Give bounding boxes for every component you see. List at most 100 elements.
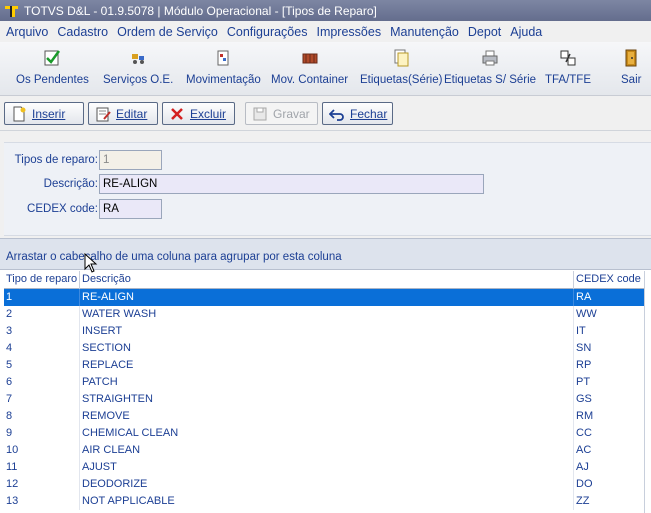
table-row[interactable]: 13 NOT APPLICABLE ZZ — [4, 493, 645, 510]
cell-tipo: 5 — [4, 357, 80, 374]
table-row[interactable]: 2 WATER WASH WW — [4, 306, 645, 323]
record-form: Tipos de reparo: 1 Descrição: RE-ALIGN C… — [4, 142, 651, 236]
inserir-label: Inserir — [32, 106, 66, 121]
tfa-tfe-button[interactable]: TFA/TFE — [545, 48, 591, 92]
table-row[interactable]: 4 SECTION SN — [4, 340, 645, 357]
menu-cadastro[interactable]: Cadastro — [57, 25, 108, 39]
menu-arquivo[interactable]: Arquivo — [6, 25, 48, 39]
cell-tipo: 12 — [4, 476, 80, 493]
cell-tipo: 2 — [4, 306, 80, 323]
cedex-code-label: CEDEX code: — [27, 203, 98, 215]
tipo-reparo-field[interactable]: 1 — [99, 150, 162, 170]
cedex-code-field[interactable]: RA — [99, 199, 162, 219]
cell-cedex: RA — [576, 291, 592, 303]
services-icon — [128, 48, 148, 68]
sair-button[interactable]: Sair — [621, 48, 641, 92]
group-by-hint: Arrastar o cabeçalho de uma coluna para … — [6, 251, 342, 263]
table-row[interactable]: 7 STRAIGHTEN GS — [4, 391, 645, 408]
servicos-oe-button[interactable]: Serviços O.E. — [103, 48, 173, 92]
table-row[interactable]: 10 AIR CLEAN AC — [4, 442, 645, 459]
cell-descricao: REPLACE — [80, 357, 574, 374]
grid-body: 1 RE-ALIGN RA 2 WATER WASH WW 3 INSERT IT 4 SECTIO… — [4, 289, 645, 513]
etiquetas-s-serie-button[interactable]: Etiquetas S/ Série — [444, 48, 536, 92]
menu-depot[interactable]: Depot — [468, 25, 501, 39]
descricao-field[interactable]: RE-ALIGN — [99, 174, 484, 194]
table-row[interactable]: 8 REMOVE RM — [4, 408, 645, 425]
delete-x-icon — [169, 106, 185, 122]
cell-cedex: CC — [576, 427, 592, 439]
cell-cedex: SN — [576, 342, 592, 354]
table-row[interactable]: 6 PATCH PT — [4, 374, 645, 391]
table-row[interactable]: 5 REPLACE RP — [4, 357, 645, 374]
table-row[interactable]: 3 INSERT IT — [4, 323, 645, 340]
os-pendentes-button[interactable]: Os Pendentes — [16, 48, 89, 92]
menu-impressoes[interactable]: Impressões — [316, 25, 381, 39]
cell-cedex: WW — [576, 308, 597, 320]
etiquetas-serie-button[interactable]: Etiquetas(Série) — [360, 48, 442, 92]
tipo-reparo-label: Tipos de reparo: — [14, 154, 98, 166]
new-document-icon — [11, 106, 27, 122]
cell-cedex: RM — [576, 410, 594, 422]
cell-cedex: PT — [576, 376, 591, 388]
table-row[interactable]: 11 AJUST AJ — [4, 459, 645, 476]
column-header-cedex[interactable]: CEDEX code — [574, 271, 645, 289]
save-disk-icon — [252, 106, 268, 122]
column-header-descricao[interactable]: Descrição — [80, 271, 574, 289]
column-header-tipo[interactable]: Tipo de reparo — [4, 271, 80, 289]
container-icon — [300, 48, 320, 68]
editar-button[interactable]: Editar — [88, 102, 158, 125]
menu-configuracoes[interactable]: Configurações — [227, 25, 308, 39]
app-logo-icon — [4, 3, 20, 19]
undo-arrow-icon — [329, 106, 345, 122]
cell-descricao: PATCH — [80, 374, 574, 391]
fechar-button[interactable]: Fechar — [322, 102, 393, 125]
cell-tipo: 11 — [4, 459, 80, 476]
inserir-button[interactable]: Inserir — [4, 102, 84, 125]
cell-descricao: AJUST — [80, 459, 574, 476]
cell-descricao: SECTION — [80, 340, 574, 357]
printer-icon — [480, 48, 500, 68]
grid-border — [644, 271, 645, 513]
label-icon — [391, 48, 411, 68]
gravar-label: Gravar — [273, 106, 310, 121]
cell-cedex: IT — [576, 325, 586, 337]
mov-container-button[interactable]: Mov. Container — [271, 48, 348, 92]
cell-descricao: AIR CLEAN — [80, 442, 574, 459]
menu-ordem-servico[interactable]: Ordem de Serviço — [117, 25, 218, 39]
movimentacao-button[interactable]: Movimentação — [186, 48, 261, 92]
cell-cedex: RP — [576, 359, 592, 371]
cell-tipo: 3 — [4, 323, 80, 340]
editar-label: Editar — [116, 106, 148, 121]
cell-descricao: NOT APPLICABLE — [80, 493, 574, 510]
gravar-button[interactable]: Gravar — [245, 102, 318, 125]
cell-tipo: 13 — [4, 493, 80, 510]
menu-manutencao[interactable]: Manutenção — [390, 25, 459, 39]
data-grid: Arrastar o cabeçalho de uma coluna para … — [0, 238, 651, 513]
cell-descricao: WATER WASH — [80, 306, 574, 323]
cell-tipo: 6 — [4, 374, 80, 391]
edit-document-icon — [95, 106, 111, 122]
window-titlebar: TOTVS D&L - 01.9.5078 | Módulo Operacion… — [0, 0, 651, 21]
exit-door-icon — [621, 48, 641, 68]
cell-tipo: 4 — [4, 340, 80, 357]
table-row[interactable]: 12 DEODORIZE DO — [4, 476, 645, 493]
main-toolbar: Os Pendentes Serviços O.E. Movimentação … — [0, 42, 651, 96]
menu-bar: Arquivo Cadastro Ordem de Serviço Config… — [0, 21, 651, 42]
cell-descricao: DEODORIZE — [80, 476, 574, 493]
window-title: TOTVS D&L - 01.9.5078 | Módulo Operacion… — [24, 3, 377, 18]
action-bar: Inserir Editar Excluir Gravar Fechar — [0, 97, 651, 131]
movement-icon — [213, 48, 233, 68]
cell-descricao: INSERT — [80, 323, 574, 340]
cell-tipo: 9 — [4, 425, 80, 442]
menu-ajuda[interactable]: Ajuda — [510, 25, 542, 39]
table-row[interactable]: 9 CHEMICAL CLEAN CC — [4, 425, 645, 442]
cell-cedex: GS — [576, 393, 592, 405]
transfer-icon — [558, 48, 578, 68]
fechar-label: Fechar — [350, 106, 388, 121]
grid-header: Tipo de reparo Descrição CEDEX code — [4, 271, 645, 289]
cell-descricao: STRAIGHTEN — [80, 391, 574, 408]
descricao-label: Descrição: — [43, 178, 98, 190]
table-row[interactable]: 1 RE-ALIGN RA — [4, 289, 645, 306]
cell-cedex: AC — [576, 444, 592, 456]
excluir-button[interactable]: Excluir — [162, 102, 235, 125]
